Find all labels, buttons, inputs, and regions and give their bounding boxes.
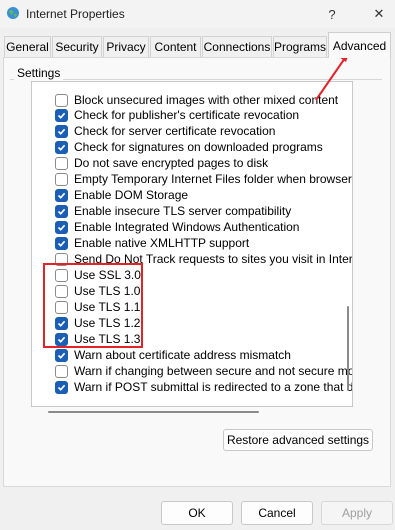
restore-advanced-settings-button[interactable]: Restore advanced settings — [223, 429, 373, 451]
checkbox[interactable] — [55, 172, 68, 186]
settings-item-label: Enable native XMLHTTP support — [74, 236, 250, 250]
checkbox[interactable] — [55, 204, 68, 218]
settings-item[interactable]: Enable Integrated Windows Authentication — [32, 219, 299, 235]
checkbox[interactable] — [55, 380, 68, 394]
checkbox[interactable] — [55, 220, 68, 234]
tab-privacy[interactable]: Privacy — [103, 36, 149, 57]
checkbox[interactable] — [55, 140, 68, 154]
checkbox[interactable] — [55, 108, 68, 122]
title-bar: Internet Properties ? ✕ — [0, 0, 395, 28]
settings-item[interactable]: Do not save encrypted pages to disk — [32, 155, 268, 171]
checkbox[interactable] — [55, 364, 68, 378]
checkbox[interactable] — [55, 156, 68, 170]
settings-item[interactable]: Check for signatures on downloaded progr… — [32, 139, 323, 155]
settings-item-label: Check for publisher's certificate revoca… — [74, 108, 300, 122]
tab-general[interactable]: General — [4, 36, 51, 57]
settings-item[interactable]: Enable insecure TLS server compatibility — [32, 203, 291, 219]
settings-item-label: Check for signatures on downloaded progr… — [74, 140, 323, 154]
checkbox[interactable] — [55, 124, 68, 138]
settings-item[interactable]: Check for publisher's certificate revoca… — [32, 107, 299, 123]
settings-group-border — [10, 79, 382, 80]
settings-item[interactable]: Warn about certificate address mismatch — [32, 347, 291, 363]
settings-item-label: Enable Integrated Windows Authentication — [74, 220, 300, 234]
settings-item-label: Enable DOM Storage — [74, 188, 189, 202]
settings-item-label: Check for server certificate revocation — [74, 124, 276, 138]
settings-item[interactable]: Warn if changing between secure and not … — [32, 363, 353, 379]
settings-item[interactable]: Warn if POST submittal is redirected to … — [32, 379, 353, 395]
close-button[interactable]: ✕ — [365, 3, 393, 25]
horizontal-scrollbar[interactable] — [48, 411, 259, 413]
settings-item-label: Warn if POST submittal is redirected to … — [74, 380, 353, 394]
tls-annotation-box — [43, 263, 143, 348]
settings-group-label: Settings — [14, 66, 64, 80]
settings-item-label: Enable insecure TLS server compatibility — [74, 204, 292, 218]
internet-properties-icon — [6, 6, 20, 20]
help-button[interactable]: ? — [318, 3, 346, 25]
cancel-button[interactable]: Cancel — [241, 501, 313, 525]
settings-item-label: Empty Temporary Internet Files folder wh… — [74, 172, 352, 186]
vertical-scrollbar[interactable] — [347, 306, 349, 391]
tab-strip: General Security Privacy Content Connect… — [0, 32, 395, 58]
apply-button[interactable]: Apply — [321, 501, 393, 525]
tab-security[interactable]: Security — [52, 36, 102, 57]
tab-programs[interactable]: Programs — [273, 36, 327, 57]
settings-item-label: Warn about certificate address mismatch — [74, 348, 291, 362]
settings-item[interactable]: Empty Temporary Internet Files folder wh… — [32, 171, 352, 187]
settings-item[interactable]: Enable DOM Storage — [32, 187, 188, 203]
checkbox[interactable] — [55, 236, 68, 250]
checkbox[interactable] — [55, 348, 68, 362]
checkbox[interactable] — [55, 188, 68, 202]
settings-list[interactable]: Block unsecured images with other mixed … — [31, 81, 353, 407]
ok-button[interactable]: OK — [161, 501, 233, 525]
settings-item-label: Block unsecured images with other mixed … — [74, 93, 339, 107]
settings-item[interactable]: Block unsecured images with other mixed … — [32, 92, 338, 108]
tab-content[interactable]: Content — [150, 36, 201, 57]
checkbox[interactable] — [55, 93, 68, 107]
settings-item-label: Do not save encrypted pages to disk — [74, 156, 269, 170]
settings-item[interactable]: Enable native XMLHTTP support — [32, 235, 249, 251]
settings-item[interactable]: Check for server certificate revocation — [32, 123, 275, 139]
settings-item-label: Warn if changing between secure and not … — [74, 364, 353, 378]
window-title: Internet Properties — [26, 7, 125, 21]
tab-connections[interactable]: Connections — [202, 36, 272, 57]
dialog-footer: OK Cancel Apply — [0, 487, 395, 530]
tab-advanced[interactable]: Advanced — [328, 32, 391, 58]
